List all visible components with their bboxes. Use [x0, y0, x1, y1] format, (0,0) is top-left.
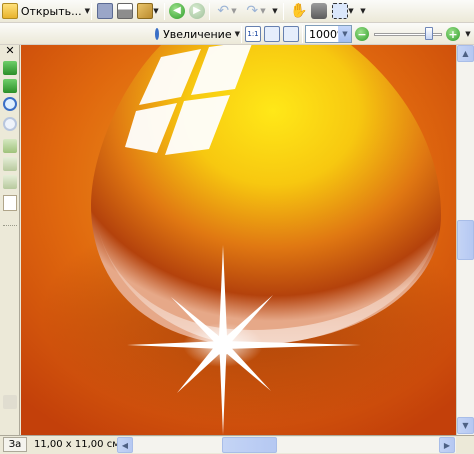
zoom-button[interactable]: Увеличение ▼: [155, 24, 240, 44]
close-icon: ✕: [5, 44, 15, 57]
image-canvas[interactable]: [21, 45, 456, 435]
chevron-right-icon: ▶: [443, 441, 451, 450]
forward-button[interactable]: ▶: [187, 1, 207, 21]
chevron-up-icon: ▲: [462, 49, 469, 58]
zoom-slider[interactable]: [374, 27, 442, 41]
panel-tab-label: За: [8, 439, 22, 450]
export-icon: [137, 3, 154, 19]
image-size-text: 11,00 x 11,00 см: [34, 439, 120, 450]
color-icon[interactable]: [3, 139, 17, 153]
scroll-up-button[interactable]: ▲: [457, 45, 474, 62]
zoom-magnifier-icon: [155, 28, 160, 40]
open-button[interactable]: Открыть... ▼: [2, 1, 90, 21]
export-button[interactable]: ▼: [135, 1, 161, 21]
toolbar-overflow[interactable]: ▼: [270, 1, 280, 21]
layer-2-icon[interactable]: [3, 175, 17, 189]
toolbar-overflow-3[interactable]: ▼: [463, 24, 473, 44]
zoom-slider-thumb[interactable]: [425, 27, 433, 40]
vertical-scroll-thumb[interactable]: [457, 220, 474, 260]
scroll-left-button[interactable]: ◀: [117, 437, 133, 453]
back-button[interactable]: ◀: [167, 1, 187, 21]
open-dropdown-icon[interactable]: ▼: [85, 7, 90, 15]
redo-icon: ↷: [246, 3, 259, 19]
select-icon: [332, 3, 349, 19]
back-icon: ◀: [169, 3, 185, 19]
snapshot-button[interactable]: [309, 1, 329, 21]
open-button-label: Открыть...: [20, 4, 82, 18]
save-icon: [97, 3, 113, 19]
print-icon: [117, 3, 133, 19]
hand-icon: ✋: [290, 3, 308, 19]
bookmark-icon[interactable]: [3, 79, 17, 93]
zoom-out-button[interactable]: −: [354, 24, 370, 44]
main-toolbar: Открыть... ▼ ▼ ◀ ▶ ↶ ▼ ↷ ▼ ▼ ✋ ▼ ▼: [0, 0, 474, 23]
undo-button[interactable]: ↶ ▼: [212, 1, 240, 21]
scroll-right-button[interactable]: ▶: [439, 437, 455, 453]
zoom-level-combo[interactable]: 1000% ▼: [305, 25, 352, 43]
thumbnail-icon[interactable]: [3, 61, 17, 75]
select-tool-button[interactable]: ▼: [330, 1, 356, 21]
panel-divider: [3, 225, 17, 239]
zoom-panel-2-icon[interactable]: [3, 117, 17, 131]
panel-tab[interactable]: За: [3, 437, 27, 452]
forward-icon: ▶: [189, 3, 205, 19]
open-folder-icon: [2, 3, 18, 19]
chevron-left-icon: ◀: [121, 441, 129, 450]
save-button[interactable]: [95, 1, 115, 21]
close-panel-button[interactable]: ✕: [3, 44, 17, 58]
zoom-label: Увеличение: [163, 27, 232, 41]
camera-icon: [311, 3, 327, 19]
undo-icon: ↶: [217, 3, 230, 19]
panel-bottom-icon[interactable]: [3, 395, 17, 409]
fit-width-icon: [283, 26, 299, 42]
print-button[interactable]: [115, 1, 135, 21]
drop-image: [21, 45, 456, 435]
left-panel: ✕: [0, 44, 20, 435]
toolbar-overflow-2[interactable]: ▼: [358, 1, 368, 21]
chevron-down-icon: ▼: [465, 30, 471, 38]
chevron-down-icon[interactable]: ▼: [338, 26, 351, 42]
size-grip[interactable]: [457, 437, 473, 453]
fit-window-icon: [264, 26, 280, 42]
zoom-in-button[interactable]: +: [445, 24, 461, 44]
fit-window-button[interactable]: [263, 24, 281, 44]
scroll-down-button[interactable]: ▼: [457, 417, 474, 434]
horizontal-scroll-thumb[interactable]: [222, 437, 277, 453]
zoom-in-icon: +: [446, 27, 460, 41]
vertical-scrollbar[interactable]: ▲ ▼: [456, 45, 474, 435]
chevron-down-icon: ▼: [462, 421, 469, 430]
actual-size-button[interactable]: 1:1: [244, 24, 262, 44]
page-icon[interactable]: [3, 195, 17, 211]
zoom-out-icon: −: [355, 27, 369, 41]
actual-size-icon: 1:1: [245, 26, 261, 42]
redo-button[interactable]: ↷ ▼: [241, 1, 269, 21]
chevron-down-icon: ▼: [360, 7, 366, 15]
hand-tool-button[interactable]: ✋: [288, 1, 308, 21]
layer-icon[interactable]: [3, 157, 17, 171]
chevron-down-icon: ▼: [272, 7, 278, 15]
fit-width-button[interactable]: [282, 24, 300, 44]
horizontal-scrollbar[interactable]: ◀ ▶: [117, 437, 456, 453]
zoom-panel-icon[interactable]: [3, 97, 17, 111]
zoom-toolbar: Увеличение ▼ 1:1 1000% ▼ − + ▼: [0, 23, 474, 45]
